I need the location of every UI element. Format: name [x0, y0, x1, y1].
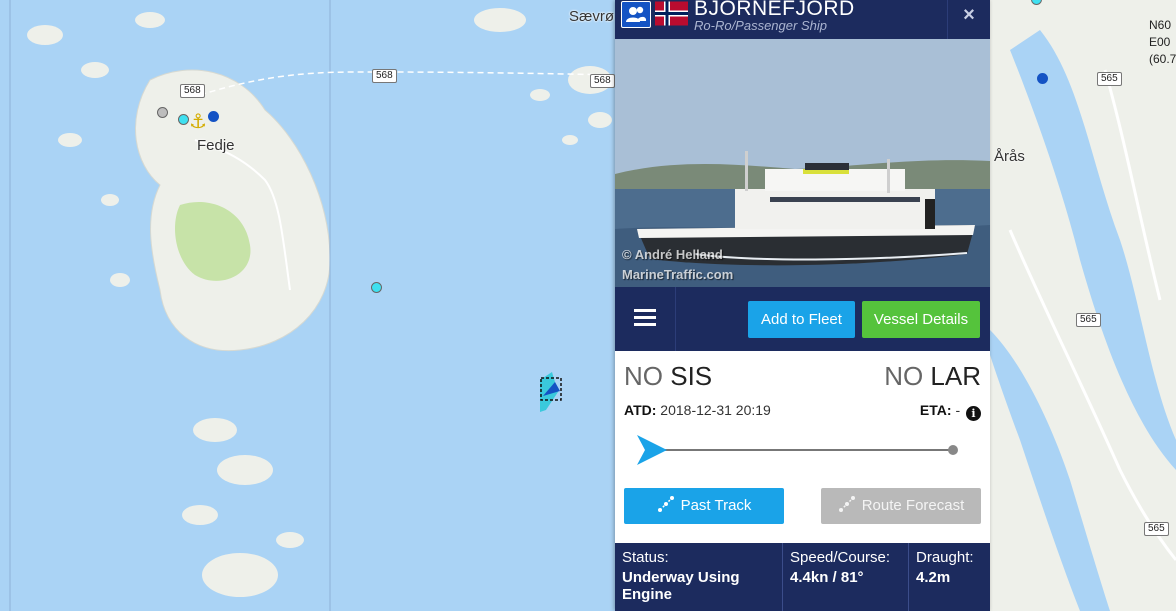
draught-label: Draught:: [916, 549, 974, 566]
route-forecast-label: Route Forecast: [861, 497, 965, 514]
track-icon: [657, 496, 674, 512]
vessel-type: Ro-Ro/Passenger Ship: [694, 18, 827, 33]
vessel-dot[interactable]: [178, 114, 189, 125]
status-value: Underway Using Engine: [622, 569, 740, 603]
arrival-port: NO LAR: [884, 361, 981, 392]
voyage-section: NO SIS NO LAR ATD: 2018-12-31 20:19 ETA:…: [615, 351, 990, 543]
close-button[interactable]: ×: [947, 0, 990, 39]
vessel-details-button[interactable]: Vessel Details: [862, 301, 980, 338]
atd-label: ATD:: [624, 402, 657, 418]
road-badge: 565: [1097, 72, 1122, 86]
vessel-dot[interactable]: [1037, 73, 1048, 84]
road-badge: 568: [372, 69, 397, 83]
group-icon[interactable]: [621, 1, 651, 28]
eta-label: ETA:: [919, 402, 952, 418]
departure-port-code: SIS: [670, 361, 713, 391]
past-track-button[interactable]: Past Track: [624, 488, 784, 524]
eta-value: -: [955, 402, 961, 418]
departure-country-code: NO: [624, 361, 663, 391]
route-forecast-button[interactable]: Route Forecast: [821, 488, 981, 524]
route-icon: [838, 496, 855, 512]
vessel-photo[interactable]: © André Helland MarineTraffic.com: [615, 39, 990, 287]
destination-marker: [948, 445, 958, 455]
status-bar: Status: Underway Using Engine Speed/Cour…: [615, 543, 990, 611]
arrival-port-code: LAR: [930, 361, 981, 391]
svg-text:⚓: ⚓: [189, 109, 207, 133]
info-icon[interactable]: i: [966, 406, 981, 421]
speed-course-label: Speed/Course:: [790, 549, 891, 566]
eta: ETA: - i: [920, 402, 981, 421]
vessel-marker: [540, 372, 562, 412]
hamburger-menu-icon[interactable]: [615, 287, 676, 351]
vessel-position-arrow-icon: [637, 435, 667, 465]
photo-credit-site: MarineTraffic.com: [622, 267, 734, 282]
vessel-dot[interactable]: [157, 107, 168, 118]
coordinate-decimal: (60.7: [1149, 52, 1176, 66]
photo-credit: © André Helland: [622, 247, 723, 262]
place-label-saevroy: Sævrø: [569, 8, 614, 25]
atd-value: 2018-12-31 20:19: [660, 402, 771, 418]
road-badge: 568: [180, 84, 205, 98]
add-to-fleet-button[interactable]: Add to Fleet: [748, 301, 855, 338]
status-label: Status:: [622, 549, 669, 566]
place-label-aras: Årås: [994, 148, 1025, 165]
departure-port: NO SIS: [624, 361, 712, 392]
panel-toolbar: Add to Fleet Vessel Details: [615, 287, 990, 351]
coordinate-lon: E00: [1149, 35, 1171, 49]
vessel-info-panel: BJORNEFJORD Ro-Ro/Passenger Ship × © And…: [615, 0, 990, 611]
road-badge: 565: [1076, 313, 1101, 327]
voyage-progress-bar: [637, 435, 958, 465]
arrival-country-code: NO: [884, 361, 924, 391]
panel-header: BJORNEFJORD Ro-Ro/Passenger Ship ×: [615, 0, 990, 39]
road-badge: 565: [1144, 522, 1169, 536]
past-track-label: Past Track: [680, 497, 752, 514]
speed-course-value: 4.4kn / 81°: [790, 569, 864, 586]
status-cell: Status: Underway Using Engine: [615, 543, 783, 611]
coordinate-lat: N60: [1149, 18, 1172, 32]
vessel-dot[interactable]: [208, 111, 219, 122]
norway-flag-icon: [655, 1, 688, 26]
atd: ATD: 2018-12-31 20:19: [624, 402, 771, 418]
draught-value: 4.2m: [916, 569, 951, 586]
coordinate-readout: N60 E00 (60.7: [1149, 17, 1176, 68]
map-terrain: ⚓: [9, 0, 1176, 611]
speed-course-cell: Speed/Course: 4.4kn / 81°: [783, 543, 909, 611]
draught-cell: Draught: 4.2m: [909, 543, 990, 611]
vessel-dot[interactable]: [371, 282, 382, 293]
place-label-fedje: Fedje: [197, 137, 235, 154]
map-view[interactable]: ⚓ 568 568 568 565 565 565 Fedje Sævrø År…: [0, 0, 1176, 611]
road-badge: 568: [590, 74, 615, 88]
